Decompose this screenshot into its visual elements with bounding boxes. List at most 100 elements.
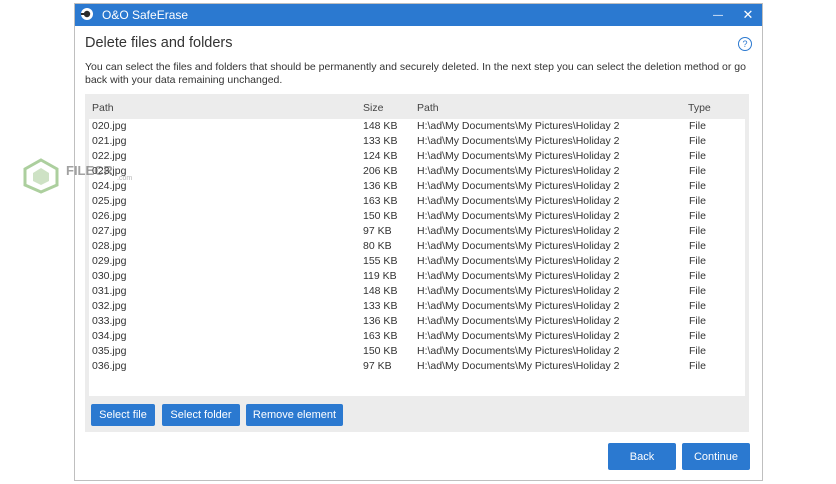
cell-size: 80 KB [363, 240, 392, 252]
cell-size: 163 KB [363, 195, 398, 207]
cell-filename: 033.jpg [92, 315, 127, 327]
cell-location: H:\ad\My Documents\My Pictures\Holiday 2 [417, 135, 620, 147]
cell-size: 136 KB [363, 315, 398, 327]
cell-size: 119 KB [363, 270, 397, 282]
column-header-type[interactable]: Type [688, 102, 711, 114]
table-row[interactable]: 029.jpg 155 KB H:\ad\My Documents\My Pictu… [89, 254, 745, 269]
cell-location: H:\ad\My Documents\My Pictures\Holiday 2 [417, 360, 620, 372]
table-row[interactable]: 031.jpg 148 KB H:\ad\My Documents\My Pictu… [89, 284, 745, 299]
title-bar[interactable]: O&O SafeErase — ✕ [75, 4, 762, 26]
cell-type: File [689, 135, 706, 147]
minimize-icon: — [713, 9, 723, 21]
cell-size: 148 KB [363, 285, 398, 297]
cell-location: H:\ad\My Documents\My Pictures\Holiday 2 [417, 165, 620, 177]
cell-location: H:\ad\My Documents\My Pictures\Holiday 2 [417, 255, 620, 267]
minimize-button[interactable]: — [703, 5, 733, 25]
cell-size: 97 KB [363, 360, 392, 372]
cell-location: H:\ad\My Documents\My Pictures\Holiday 2 [417, 300, 620, 312]
cell-location: H:\ad\My Documents\My Pictures\Holiday 2 [417, 315, 620, 327]
help-icon[interactable]: ? [738, 37, 752, 51]
cell-filename: 029.jpg [92, 255, 127, 267]
table-row[interactable]: 020.jpg 148 KB H:\ad\My Documents\My Pictu… [89, 119, 745, 134]
cell-filename: 032.jpg [92, 300, 127, 312]
cell-size: 133 KB [363, 135, 398, 147]
cell-location: H:\ad\My Documents\My Pictures\Holiday 2 [417, 345, 620, 357]
table-row[interactable]: 032.jpg 133 KB H:\ad\My Documents\My Pictu… [89, 299, 745, 314]
select-folder-button[interactable]: Select folder [162, 404, 240, 426]
table-row[interactable]: 028.jpg 80 KB H:\ad\My Documents\My Pictur… [89, 239, 745, 254]
cell-filename: 035.jpg [92, 345, 127, 357]
cell-filename: 036.jpg [92, 360, 127, 372]
cell-location: H:\ad\My Documents\My Pictures\Holiday 2 [417, 240, 620, 252]
cell-location: H:\ad\My Documents\My Pictures\Holiday 2 [417, 120, 620, 132]
table-row[interactable]: 033.jpg 136 KB H:\ad\My Documents\My Pictu… [89, 314, 745, 329]
table-row[interactable]: 035.jpg 150 KB H:\ad\My Documents\My Pictu… [89, 344, 745, 359]
column-header-size[interactable]: Size [363, 102, 383, 114]
cell-location: H:\ad\My Documents\My Pictures\Holiday 2 [417, 195, 620, 207]
back-button[interactable]: Back [608, 443, 676, 470]
cell-filename: 024.jpg [92, 180, 127, 192]
file-list[interactable]: 020.jpg 148 KB H:\ad\My Documents\My Pictu… [89, 119, 745, 396]
cell-size: 155 KB [363, 255, 398, 267]
cell-filename: 027.jpg [92, 225, 127, 237]
cell-type: File [689, 330, 706, 342]
table-row[interactable]: 021.jpg 133 KB H:\ad\My Documents\My Pictu… [89, 134, 745, 149]
cell-filename: 034.jpg [92, 330, 127, 342]
table-row[interactable]: 025.jpg 163 KB H:\ad\My Documents\My Pictu… [89, 194, 745, 209]
cell-type: File [689, 315, 706, 327]
table-row[interactable]: 026.jpg 150 KB H:\ad\My Documents\My Pictu… [89, 209, 745, 224]
cell-size: 163 KB [363, 330, 398, 342]
cell-filename: 031.jpg [92, 285, 127, 297]
cell-type: File [689, 300, 706, 312]
cell-type: File [689, 285, 706, 297]
cell-filename: 023.jpg [92, 165, 127, 177]
column-header-path[interactable]: Path [92, 102, 114, 114]
app-window: O&O SafeErase — ✕ Delete files and folde… [74, 3, 763, 481]
file-list-panel: Path Size Path Type 020.jpg 148 KB H:\ad\M… [85, 94, 749, 432]
table-row[interactable]: 022.jpg 124 KB H:\ad\My Documents\My Pictu… [89, 149, 745, 164]
cell-filename: 030.jpg [92, 270, 127, 282]
cell-location: H:\ad\My Documents\My Pictures\Holiday 2 [417, 225, 620, 237]
cell-size: 150 KB [363, 210, 398, 222]
watermark-logo-icon [23, 158, 59, 194]
cell-size: 150 KB [363, 345, 398, 357]
cell-type: File [689, 120, 706, 132]
table-row[interactable]: 027.jpg 97 KB H:\ad\My Documents\My Pictur… [89, 224, 745, 239]
cell-type: File [689, 150, 706, 162]
close-button[interactable]: ✕ [733, 5, 763, 25]
cell-filename: 026.jpg [92, 210, 127, 222]
remove-element-button[interactable]: Remove element [246, 404, 343, 426]
cell-type: File [689, 195, 706, 207]
table-row[interactable]: 036.jpg 97 KB H:\ad\My Documents\My Pictur… [89, 359, 745, 374]
window-title: O&O SafeErase [102, 8, 189, 22]
cell-type: File [689, 165, 706, 177]
continue-button[interactable]: Continue [682, 443, 750, 470]
cell-size: 136 KB [363, 180, 398, 192]
cell-type: File [689, 240, 706, 252]
table-row[interactable]: 034.jpg 163 KB H:\ad\My Documents\My Pictu… [89, 329, 745, 344]
cell-type: File [689, 345, 706, 357]
cell-size: 133 KB [363, 300, 398, 312]
table-row[interactable]: 024.jpg 136 KB H:\ad\My Documents\My Pictu… [89, 179, 745, 194]
cell-size: 124 KB [363, 150, 398, 162]
cell-type: File [689, 210, 706, 222]
page-description: You can select the files and folders tha… [85, 61, 746, 86]
select-file-button[interactable]: Select file [91, 404, 155, 426]
cell-type: File [689, 255, 706, 267]
cell-location: H:\ad\My Documents\My Pictures\Holiday 2 [417, 180, 620, 192]
cell-filename: 021.jpg [92, 135, 127, 147]
cell-size: 206 KB [363, 165, 398, 177]
cell-location: H:\ad\My Documents\My Pictures\Holiday 2 [417, 330, 620, 342]
cell-location: H:\ad\My Documents\My Pictures\Holiday 2 [417, 210, 620, 222]
app-logo-icon [81, 8, 93, 20]
cell-location: H:\ad\My Documents\My Pictures\Holiday 2 [417, 270, 620, 282]
table-row[interactable]: 030.jpg 119 KB H:\ad\My Documents\My Pictu… [89, 269, 745, 284]
cell-filename: 022.jpg [92, 150, 127, 162]
table-row[interactable]: 023.jpg 206 KB H:\ad\My Documents\My Pictu… [89, 164, 745, 179]
cell-filename: 025.jpg [92, 195, 127, 207]
column-header-location[interactable]: Path [417, 102, 439, 114]
cell-location: H:\ad\My Documents\My Pictures\Holiday 2 [417, 285, 620, 297]
cell-type: File [689, 180, 706, 192]
page-title: Delete files and folders [85, 35, 233, 51]
cell-size: 148 KB [363, 120, 398, 132]
